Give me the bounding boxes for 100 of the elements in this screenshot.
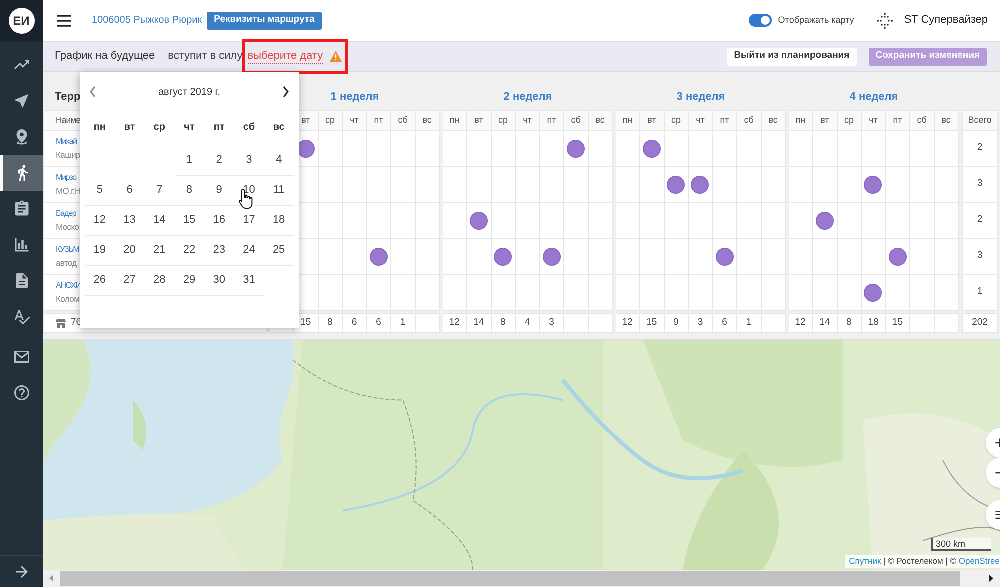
schedule-cell[interactable] [664, 131, 689, 167]
schedule-cell[interactable] [862, 203, 886, 239]
schedule-cell[interactable] [564, 239, 589, 275]
schedule-cell[interactable] [540, 275, 564, 311]
schedule-cell[interactable] [640, 239, 665, 275]
schedule-cell[interactable] [467, 167, 492, 203]
calendar-day[interactable]: 23 [204, 236, 234, 266]
calendar-day[interactable]: 2 [204, 146, 234, 176]
schedule-cell[interactable] [416, 131, 440, 167]
schedule-cell[interactable] [342, 131, 368, 167]
schedule-cell[interactable] [737, 131, 762, 167]
schedule-cell[interactable] [516, 131, 540, 167]
calendar-day[interactable]: 6 [114, 176, 145, 206]
schedule-cell[interactable] [443, 131, 468, 167]
schedule-cell[interactable] [838, 167, 862, 203]
calendar-day[interactable]: 24 [234, 236, 264, 266]
calendar-day[interactable]: 9 [204, 176, 234, 206]
calendar-day[interactable]: 12 [85, 206, 115, 236]
schedule-cell[interactable] [588, 167, 613, 203]
schedule-cell[interactable] [616, 203, 640, 239]
calendar-day[interactable]: 31 [234, 266, 264, 296]
schedule-cell[interactable] [391, 131, 416, 167]
schedule-cell[interactable] [934, 131, 959, 167]
chevron-right-icon[interactable] [282, 86, 290, 98]
schedule-cell[interactable] [664, 203, 689, 239]
schedule-cell[interactable] [516, 275, 540, 311]
schedule-cell[interactable] [762, 203, 786, 239]
schedule-cell[interactable] [443, 239, 468, 275]
schedule-cell[interactable] [838, 275, 862, 311]
schedule-cell[interactable] [713, 239, 738, 275]
calendar-day[interactable]: 5 [85, 176, 115, 206]
schedule-cell[interactable] [492, 275, 516, 311]
schedule-cell[interactable] [342, 275, 368, 311]
schedule-cell[interactable] [616, 131, 640, 167]
schedule-cell[interactable] [564, 167, 589, 203]
schedule-cell[interactable] [813, 131, 838, 167]
schedule-cell[interactable] [664, 167, 689, 203]
schedule-cell[interactable] [664, 239, 689, 275]
dotted-crosshair-icon[interactable] [876, 12, 894, 30]
schedule-cell[interactable] [910, 275, 935, 311]
schedule-cell[interactable] [564, 131, 589, 167]
schedule-cell[interactable] [934, 239, 959, 275]
schedule-cell[interactable] [886, 275, 910, 311]
schedule-cell[interactable] [789, 239, 814, 275]
customer-name[interactable]: Мирзо [56, 172, 77, 183]
calendar-day[interactable]: 20 [114, 236, 145, 266]
schedule-cell[interactable] [713, 167, 738, 203]
customer-name[interactable]: КУЗЬМ [56, 244, 80, 255]
schedule-cell[interactable] [664, 275, 689, 311]
schedule-cell[interactable] [367, 203, 392, 239]
schedule-cell[interactable] [762, 131, 786, 167]
schedule-cell[interactable] [713, 203, 738, 239]
schedule-cell[interactable] [862, 239, 886, 275]
schedule-cell[interactable] [934, 203, 959, 239]
schedule-cell[interactable] [886, 239, 910, 275]
schedule-cell[interactable] [713, 275, 738, 311]
schedule-cell[interactable] [688, 131, 714, 167]
help-icon[interactable] [12, 384, 30, 402]
schedule-cell[interactable] [762, 167, 786, 203]
schedule-cell[interactable] [516, 203, 540, 239]
schedule-cell[interactable] [540, 239, 564, 275]
schedule-cell[interactable] [688, 239, 714, 275]
calendar-day[interactable]: 13 [114, 206, 145, 236]
schedule-cell[interactable] [416, 203, 440, 239]
schedule-cell[interactable] [910, 203, 935, 239]
calendar-day[interactable]: 22 [174, 236, 204, 266]
schedule-cell[interactable] [789, 275, 814, 311]
schedule-cell[interactable] [416, 239, 440, 275]
schedule-cell[interactable] [910, 167, 935, 203]
customer-name[interactable]: Бадер [56, 208, 76, 219]
schedule-cell[interactable] [838, 131, 862, 167]
schedule-cell[interactable] [342, 167, 368, 203]
schedule-cell[interactable] [467, 239, 492, 275]
calendar-day[interactable]: 14 [144, 206, 175, 236]
calendar-day[interactable]: 19 [85, 236, 115, 266]
schedule-cell[interactable] [492, 203, 516, 239]
schedule-cell[interactable] [588, 239, 613, 275]
map-toggle[interactable] [749, 14, 772, 27]
schedule-cell[interactable] [492, 131, 516, 167]
schedule-cell[interactable] [862, 167, 886, 203]
schedule-cell[interactable] [467, 203, 492, 239]
schedule-cell[interactable] [688, 167, 714, 203]
schedule-cell[interactable] [367, 275, 392, 311]
schedule-cell[interactable] [616, 275, 640, 311]
calendar-day[interactable]: 26 [85, 266, 115, 296]
schedule-cell[interactable] [813, 167, 838, 203]
schedule-cell[interactable] [688, 203, 714, 239]
schedule-cell[interactable] [318, 167, 343, 203]
schedule-cell[interactable] [416, 275, 440, 311]
attribution-link[interactable]: OpenStree [958, 555, 1000, 568]
sidebar-item[interactable] [0, 155, 43, 191]
route-link[interactable]: 1006005 Рыжков Рюрик [92, 13, 202, 28]
calendar-day[interactable]: 29 [174, 266, 204, 296]
schedule-cell[interactable] [492, 239, 516, 275]
calendar-day[interactable]: 18 [264, 206, 294, 236]
schedule-cell[interactable] [616, 167, 640, 203]
schedule-cell[interactable] [367, 239, 392, 275]
schedule-cell[interactable] [737, 203, 762, 239]
schedule-cell[interactable] [789, 131, 814, 167]
calendar-day[interactable]: 28 [144, 266, 175, 296]
